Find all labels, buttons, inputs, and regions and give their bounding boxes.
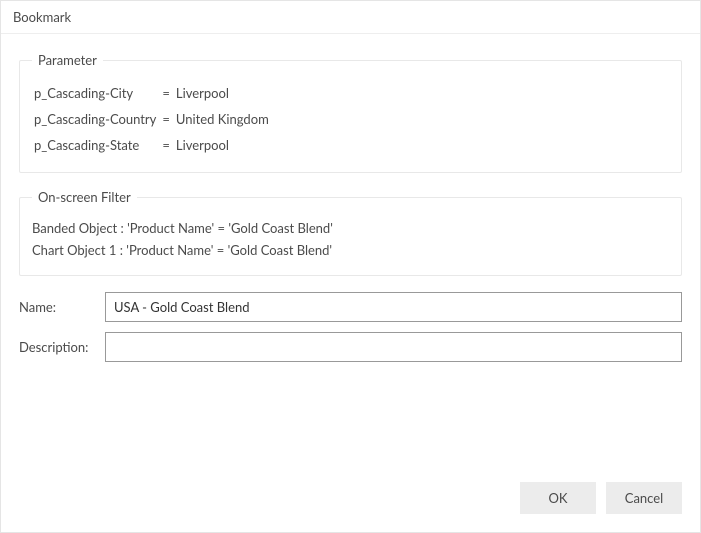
parameter-eq: = — [158, 132, 174, 158]
name-row: Name: — [19, 292, 682, 322]
parameter-value: United Kingdom — [174, 106, 271, 132]
parameter-name: p_Cascading-Country — [32, 106, 158, 132]
filter-legend: On-screen Filter — [32, 189, 137, 205]
ok-button[interactable]: OK — [520, 482, 596, 514]
name-input[interactable] — [105, 292, 682, 322]
parameter-value: Liverpool — [174, 132, 271, 158]
parameter-value: Liverpool — [174, 80, 271, 106]
parameter-row: p_Cascading-City = Liverpool — [32, 80, 271, 106]
parameter-name: p_Cascading-State — [32, 132, 158, 158]
parameter-table: p_Cascading-City = Liverpool p_Cascading… — [32, 80, 271, 158]
parameter-eq: = — [158, 80, 174, 106]
filter-line: Chart Object 1 : 'Product Name' = 'Gold … — [32, 239, 669, 261]
parameter-eq: = — [158, 106, 174, 132]
cancel-button[interactable]: Cancel — [606, 482, 682, 514]
parameter-fieldset: Parameter p_Cascading-City = Liverpool p… — [19, 52, 682, 173]
description-label: Description: — [19, 339, 105, 355]
parameter-row: p_Cascading-State = Liverpool — [32, 132, 271, 158]
dialog-title: Bookmark — [1, 1, 700, 34]
dialog-body: Parameter p_Cascading-City = Liverpool p… — [1, 34, 700, 468]
filter-line: Banded Object : 'Product Name' = 'Gold C… — [32, 217, 669, 239]
description-row: Description: — [19, 332, 682, 362]
filter-fieldset: On-screen Filter Banded Object : 'Produc… — [19, 189, 682, 276]
dialog-footer: OK Cancel — [1, 468, 700, 532]
parameter-legend: Parameter — [32, 52, 103, 68]
name-label: Name: — [19, 299, 105, 315]
description-input[interactable] — [105, 332, 682, 362]
parameter-name: p_Cascading-City — [32, 80, 158, 106]
parameter-row: p_Cascading-Country = United Kingdom — [32, 106, 271, 132]
bookmark-dialog: Bookmark Parameter p_Cascading-City = Li… — [0, 0, 701, 533]
